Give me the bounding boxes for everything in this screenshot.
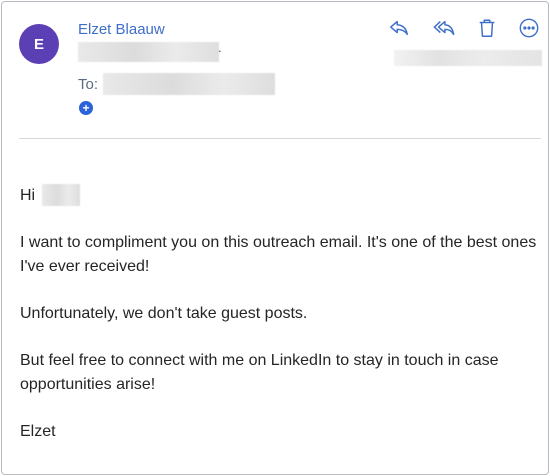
trash-icon: [479, 19, 495, 37]
sender-email-redacted: [78, 42, 219, 62]
reply-all-button[interactable]: [431, 15, 457, 41]
timestamp-redacted: [394, 50, 542, 66]
greeting-line: Hi: [20, 184, 544, 208]
header-divider: [19, 138, 541, 139]
sender-name[interactable]: Elzet Blaauw: [78, 21, 165, 38]
reply-all-icon: [433, 20, 455, 36]
to-label: To:: [78, 76, 99, 93]
add-recipient-icon[interactable]: +: [79, 101, 93, 115]
more-options-icon: [519, 18, 539, 38]
avatar-initial: E: [33, 35, 44, 53]
paragraph-linkedin: But feel free to connect with me on Link…: [20, 352, 499, 393]
reply-icon: [390, 20, 408, 36]
email-reading-pane: E Elzet Blaauw . To: + Hi I want to comp…: [1, 1, 549, 475]
message-body: Hi I want to compliment you on this outr…: [20, 184, 544, 467]
avatar[interactable]: E: [19, 24, 59, 64]
reply-button[interactable]: [386, 15, 412, 41]
recipient-name-redacted: [42, 184, 80, 206]
paragraph-compliment: I want to compliment you on this outreac…: [20, 234, 537, 275]
delete-button[interactable]: [474, 15, 500, 41]
more-options-button[interactable]: [516, 15, 542, 41]
paragraph-guest-posts: Unfortunately, we don't take guest posts…: [20, 305, 308, 322]
sender-email-period: .: [218, 40, 222, 55]
signature: Elzet: [20, 423, 56, 440]
greeting: Hi: [20, 187, 36, 204]
recipient-redacted: [103, 73, 275, 95]
